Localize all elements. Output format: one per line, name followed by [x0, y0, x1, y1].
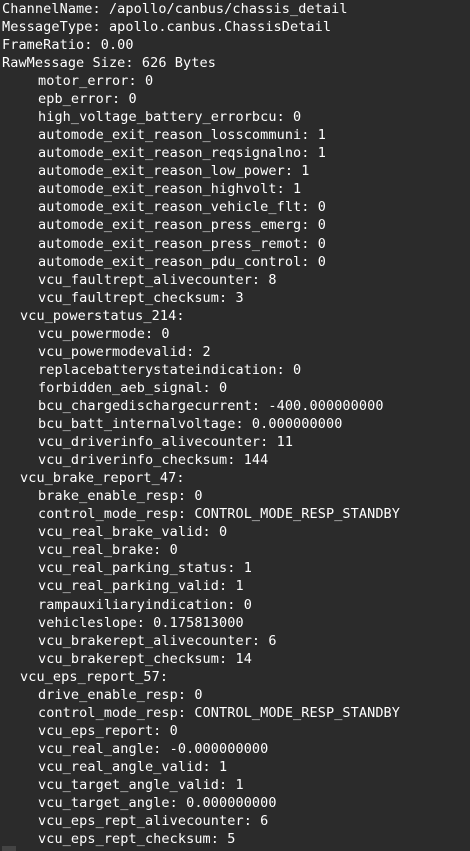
message-field-line: automode_exit_reason_vehicle_flt: 0 — [38, 199, 326, 216]
message-field-line: motor_error: 0 — [38, 73, 154, 89]
frame-ratio-line: FrameRatio: 0.00 — [2, 37, 134, 53]
message-section-header: vcu_brake_report_47: — [20, 470, 185, 487]
message-field-line: vcu_eps_rept_alivecounter: 6 — [38, 813, 269, 830]
raw-message-size-line: RawMessage Size: 626 Bytes — [2, 55, 216, 71]
message-field-line: vcu_brakerept_alivecounter: 6 — [38, 632, 277, 649]
message-field-line: automode_exit_reason_reqsignalno: 1 — [38, 145, 326, 162]
message-field-line: vcu_real_angle_valid: 1 — [38, 758, 228, 775]
message-field-line: automode_exit_reason_press_remot: 0 — [38, 235, 326, 252]
message-field-line: vcu_powermodevalid: 2 — [38, 343, 211, 360]
message-field-line: control_mode_resp: CONTROL_MODE_RESP_STA… — [38, 506, 401, 523]
message-field-line: vcu_real_angle: -0.000000000 — [38, 740, 269, 757]
message-section-header: vcu_eps_report_57: — [20, 668, 169, 685]
message-field-line: bcu_batt_internalvoltage: 0.000000000 — [38, 415, 343, 432]
message-field-line: vcu_target_angle: 0.000000000 — [38, 795, 277, 811]
message-field-line: vcu_brakerept_checksum: 14 — [38, 650, 252, 667]
message-field-line: vcu_real_brake_valid: 0 — [38, 524, 228, 541]
message-field-line: vcu_driverinfo_alivecounter: 11 — [38, 434, 294, 450]
message-field-line: vcu_real_brake: 0 — [38, 542, 178, 559]
message-field-line: vcu_eps_rept_checksum: 5 — [38, 831, 236, 848]
message-field-line: vcu_target_angle_valid: 1 — [38, 777, 244, 793]
message-field-line: automode_exit_reason_press_emerg: 0 — [38, 217, 326, 234]
message-type-line: MessageType: apollo.canbus.ChassisDetail — [2, 19, 332, 35]
message-field-line: automode_exit_reason_losscommuni: 1 — [38, 127, 326, 144]
message-field-line: vcu_eps_report: 0 — [38, 722, 178, 739]
message-field-line: vcu_powermode: 0 — [38, 325, 170, 342]
message-field-line: vehicleslope: 0.175813000 — [38, 614, 244, 631]
message-section-header: vcu_powerstatus_214: — [20, 307, 185, 324]
message-field-line: control_mode_resp: CONTROL_MODE_RESP_STA… — [38, 704, 401, 721]
message-field-line: vcu_real_parking_status: 1 — [38, 560, 252, 577]
message-field-line: vcu_real_parking_valid: 1 — [38, 578, 244, 595]
terminal-output[interactable]: ChannelName: /apollo/canbus/chassis_deta… — [0, 0, 470, 851]
message-field-line: automode_exit_reason_highvolt: 1 — [38, 181, 302, 198]
message-field-line: brake_enable_resp: 0 — [38, 488, 203, 505]
message-field-line: forbidden_aeb_signal: 0 — [38, 379, 228, 396]
message-field-line: drive_enable_resp: 0 — [38, 686, 203, 703]
terminal-cursor — [2, 846, 16, 851]
message-field-line: bcu_chargedischargecurrent: -400.0000000… — [38, 397, 384, 414]
message-field-line: epb_error: 0 — [38, 91, 137, 107]
message-field-line: replacebatterystateindication: 0 — [38, 361, 302, 378]
message-field-line: automode_exit_reason_pdu_control: 0 — [38, 253, 326, 270]
message-field-line: vcu_faultrept_checksum: 3 — [38, 289, 244, 306]
message-field-line: vcu_faultrept_alivecounter: 8 — [38, 271, 277, 288]
message-field-line: high_voltage_battery_errorbcu: 0 — [38, 109, 302, 126]
message-field-line: rampauxiliaryindication: 0 — [38, 596, 252, 613]
message-field-line: vcu_driverinfo_checksum: 144 — [38, 452, 269, 469]
message-field-line: automode_exit_reason_low_power: 1 — [38, 163, 310, 180]
channel-name-line: ChannelName: /apollo/canbus/chassis_deta… — [2, 1, 348, 17]
